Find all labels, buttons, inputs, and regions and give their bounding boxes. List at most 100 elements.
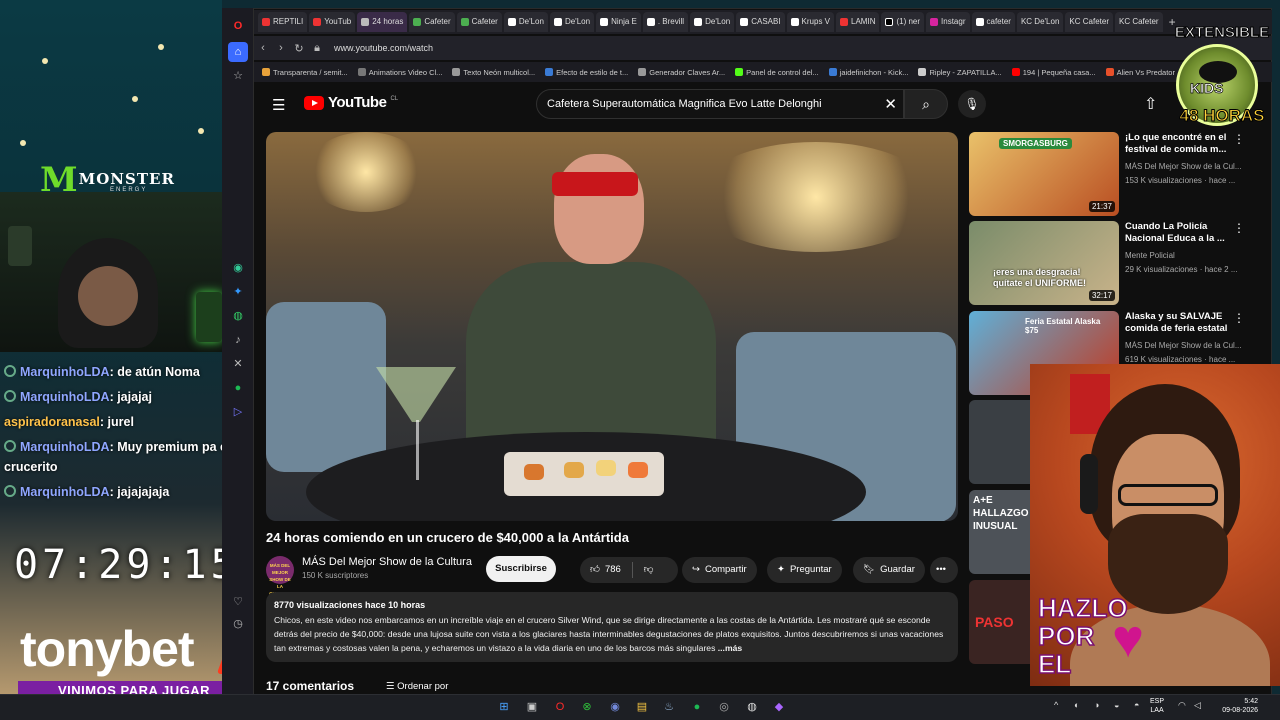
- video-player[interactable]: [266, 132, 958, 521]
- recommended-video[interactable]: SMORGASBURG 21:37 ¡Lo que encontré en el…: [969, 132, 1261, 216]
- tab[interactable]: YouTub: [309, 12, 356, 32]
- tiktok-icon[interactable]: ♪: [228, 330, 248, 350]
- search-button[interactable]: ⌕: [904, 89, 948, 119]
- volume-icon[interactable]: ◁: [1194, 700, 1201, 711]
- tray-chevron-icon[interactable]: ^: [1054, 700, 1058, 710]
- like-button[interactable]: 👍︎ 786: [590, 557, 621, 583]
- youtube-logo[interactable]: YouTube CL: [304, 94, 398, 111]
- save-button[interactable]: 🔖︎ Guardar: [853, 557, 925, 583]
- keyboard-language[interactable]: ESP LAA: [1150, 697, 1164, 715]
- folder-icon[interactable]: ▤: [633, 698, 651, 716]
- messenger-icon[interactable]: ✦: [228, 282, 248, 302]
- video-thumbnail-partial[interactable]: A+E HALLAZGO INUSUAL: [969, 490, 1031, 574]
- wifi-icon[interactable]: ◠: [1178, 700, 1186, 711]
- sort-comments-button[interactable]: ☰ Ordenar por: [386, 681, 448, 692]
- monster-logo: MMONSTER: [40, 160, 175, 200]
- xbox-icon[interactable]: ⊗: [578, 698, 596, 716]
- tray-icon[interactable]: ◑: [1094, 700, 1099, 710]
- search-input[interactable]: [547, 90, 877, 118]
- tab[interactable]: De'Lon: [549, 12, 595, 32]
- back-icon[interactable]: ‹: [254, 42, 272, 54]
- system-clock[interactable]: 5:42 09-08-2026: [1212, 697, 1258, 715]
- spotify-icon[interactable]: ●: [228, 378, 248, 398]
- tab[interactable]: Cafeter: [409, 12, 455, 32]
- upload-icon[interactable]: ⇧: [1144, 94, 1157, 114]
- ceiling-light: [696, 142, 936, 252]
- show-more-link[interactable]: ...más: [718, 643, 742, 653]
- tab[interactable]: CASABI: [736, 12, 785, 32]
- channel-avatar[interactable]: MÁS DEL MEJOR SHOW DE LA CULTURA: [266, 556, 294, 596]
- tab[interactable]: KC Cafeter: [1065, 12, 1113, 32]
- voice-search-button[interactable]: 🎙︎: [958, 90, 986, 118]
- bookmark[interactable]: jaidefinichon - Kick...: [828, 68, 908, 77]
- bookmark[interactable]: Animations Video Cl...: [357, 68, 442, 77]
- monster-can-lit: [196, 292, 222, 342]
- video-thumbnail[interactable]: ¡eres una desgracia! quítate el UNIFORME…: [969, 221, 1119, 305]
- dislike-button[interactable]: 👎︎: [644, 557, 654, 583]
- channel-name[interactable]: MÁS Del Mejor Show de la Cultura: [302, 556, 472, 568]
- tab-active[interactable]: 24 horas: [357, 12, 408, 32]
- heart-icon[interactable]: ♡: [228, 592, 248, 612]
- tab[interactable]: REPTILI: [258, 12, 308, 32]
- task-view-icon[interactable]: ▣: [523, 698, 541, 716]
- more-vert-icon[interactable]: ⋮: [1233, 221, 1245, 235]
- home-icon[interactable]: ⌂: [228, 42, 248, 62]
- tray-icon[interactable]: ◒: [1114, 700, 1119, 710]
- menu-icon[interactable]: ☰: [272, 96, 285, 114]
- opera-icon[interactable]: O: [551, 698, 569, 716]
- whatsapp-alt-icon[interactable]: ◍: [228, 306, 248, 326]
- x-icon[interactable]: ✕: [228, 354, 248, 374]
- tab[interactable]: De'Lon: [690, 12, 735, 32]
- history-icon[interactable]: ◷: [228, 614, 248, 634]
- description-box[interactable]: 8770 visualizaciones hace 10 horas Chico…: [266, 592, 958, 662]
- tab-label: . Brevill: [657, 17, 685, 26]
- ask-button[interactable]: ✦ Preguntar: [767, 557, 842, 583]
- opera-logo-icon[interactable]: O: [228, 16, 248, 36]
- tab[interactable]: KC De'Lon: [1016, 12, 1064, 32]
- subscribe-button[interactable]: Suscribirse: [486, 556, 556, 582]
- video-thumbnail[interactable]: SMORGASBURG 21:37: [969, 132, 1119, 216]
- tab[interactable]: Ninja E: [596, 12, 641, 32]
- reload-icon[interactable]: ↻: [290, 42, 308, 55]
- windows-start-icon[interactable]: ⊞: [495, 698, 513, 716]
- tab[interactable]: . Brevill: [642, 12, 689, 32]
- more-actions-button[interactable]: •••: [930, 557, 958, 583]
- bookmark[interactable]: Ripley - ZAPATILLA...: [918, 68, 1002, 77]
- spotify-icon[interactable]: ●: [688, 698, 706, 716]
- tab[interactable]: Instagr: [926, 12, 970, 32]
- tab[interactable]: De'Lon: [503, 12, 548, 32]
- bookmark[interactable]: Alien Vs Predator: [1105, 68, 1175, 77]
- bookmark[interactable]: Efecto de estilo de t...: [545, 68, 628, 77]
- url-field[interactable]: www.youtube.com/watch: [334, 43, 433, 53]
- bookmark[interactable]: 194 | Pequeña casa...: [1011, 68, 1096, 77]
- tray-icon[interactable]: ◐: [1074, 700, 1079, 710]
- tab[interactable]: Krups V: [786, 12, 835, 32]
- bookmark[interactable]: Panel de control del...: [735, 68, 819, 77]
- chat-badge-icon: [4, 440, 16, 452]
- tab[interactable]: (1) ner: [881, 12, 925, 32]
- tray-icon[interactable]: ◓: [1134, 700, 1139, 710]
- video-thumbnail-partial[interactable]: PASO: [969, 580, 1031, 664]
- tab[interactable]: KC Cafeter: [1114, 12, 1163, 32]
- discord-icon[interactable]: ◉: [606, 698, 624, 716]
- forward-icon[interactable]: ›: [272, 42, 290, 54]
- more-vert-icon[interactable]: ⋮: [1233, 132, 1245, 146]
- share-button[interactable]: ↪ Compartir: [682, 557, 757, 583]
- chrome-icon[interactable]: ◍: [743, 698, 761, 716]
- whatsapp-icon[interactable]: ◉: [228, 258, 248, 278]
- bookmark[interactable]: Texto Neón multicol...: [452, 68, 535, 77]
- app-icon[interactable]: ◆: [770, 698, 788, 716]
- player-icon[interactable]: ▷: [228, 402, 248, 422]
- tab[interactable]: cafeter: [971, 12, 1015, 32]
- steam-icon[interactable]: ♨: [660, 698, 678, 716]
- clear-search-icon[interactable]: ✕: [884, 95, 897, 113]
- star-icon[interactable]: ☆: [228, 66, 248, 86]
- tab[interactable]: Cafeter: [456, 12, 502, 32]
- recommended-video[interactable]: ¡eres una desgracia! quítate el UNIFORME…: [969, 221, 1261, 305]
- more-vert-icon[interactable]: ⋮: [1233, 311, 1245, 325]
- video-thumbnail-partial[interactable]: [969, 400, 1031, 484]
- obs-icon[interactable]: ◎: [715, 698, 733, 716]
- bookmark[interactable]: Generador Claves Ar...: [638, 68, 725, 77]
- tab[interactable]: LAMIN: [836, 12, 880, 32]
- bookmark[interactable]: Transparenta / semit...: [262, 68, 348, 77]
